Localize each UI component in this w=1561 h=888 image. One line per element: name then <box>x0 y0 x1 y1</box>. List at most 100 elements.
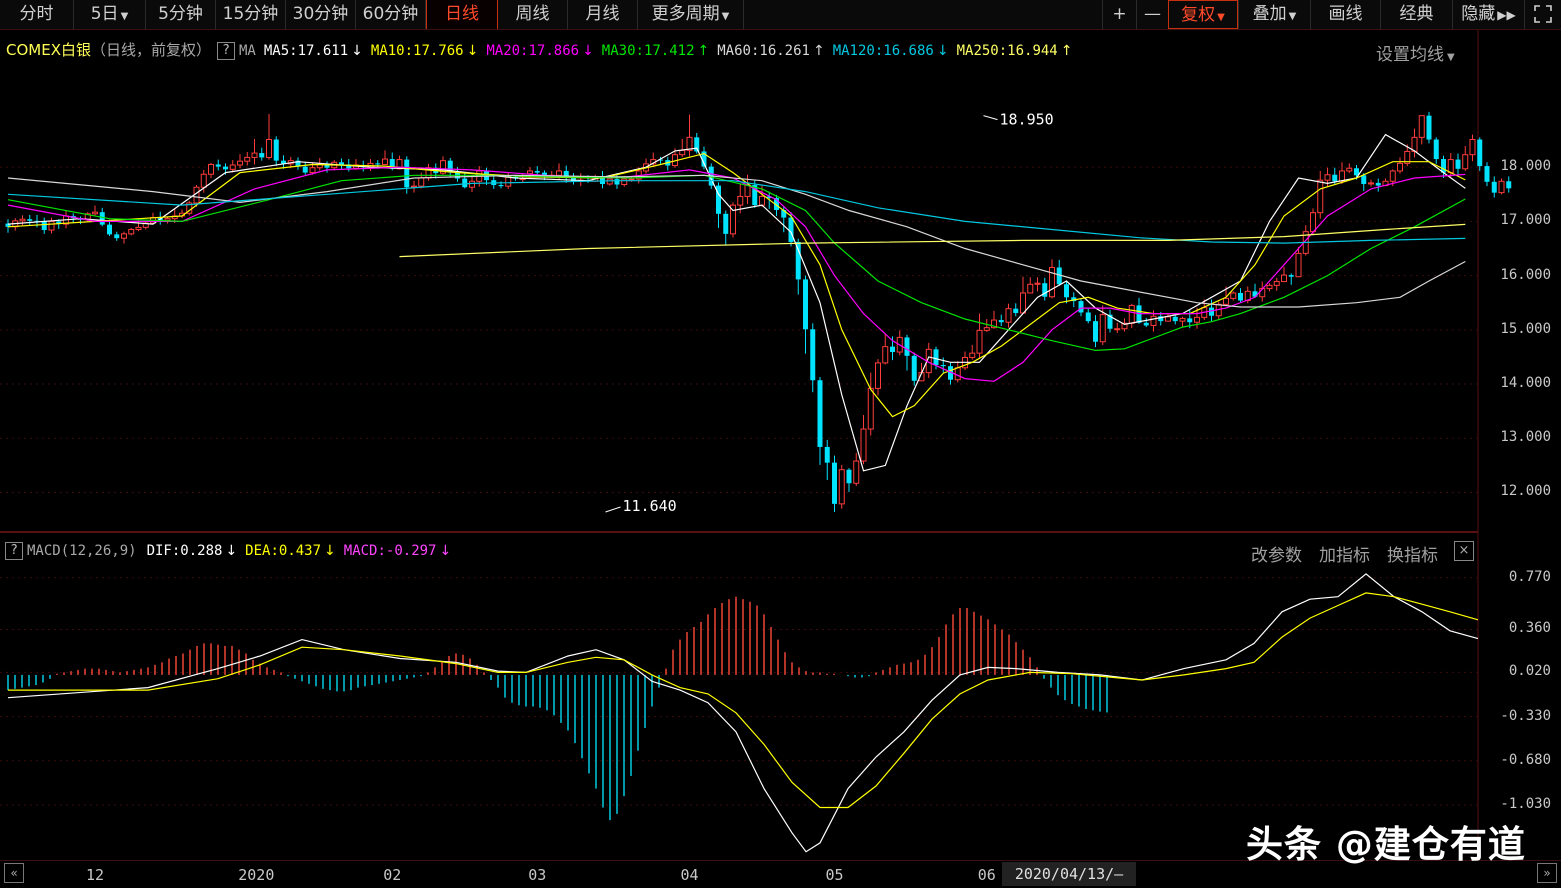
candle-body <box>1266 284 1273 290</box>
candle-body <box>1223 297 1229 305</box>
candle-body <box>1433 139 1439 160</box>
watermark: 头条 @建仓有道 <box>1246 823 1526 866</box>
chart-canvas: 18.950 11.640 <box>0 30 1512 860</box>
scroll-left-button[interactable]: « <box>4 863 24 883</box>
candle-body <box>853 460 860 484</box>
price-tick-label: 15.000 <box>1500 320 1551 337</box>
candle-body <box>48 220 55 231</box>
candle-body <box>121 233 127 239</box>
candle-body <box>1078 301 1084 313</box>
candle-body <box>309 167 316 174</box>
macd-grid <box>0 577 1478 806</box>
candle-body <box>1099 314 1106 343</box>
candle-body <box>229 164 236 170</box>
candle-body <box>723 213 729 234</box>
price-grid <box>0 166 1478 493</box>
candle-body <box>1484 166 1490 182</box>
candle-body <box>375 163 381 165</box>
candle-body <box>846 469 852 484</box>
candle-body <box>1506 181 1512 189</box>
candle-body <box>983 327 990 331</box>
candle-body <box>1375 182 1381 186</box>
candle-body <box>534 170 540 173</box>
candle-body <box>200 173 207 188</box>
time-tick-label: 03 <box>528 866 547 884</box>
candle-body <box>1332 174 1338 182</box>
candle-body <box>1013 308 1019 314</box>
candle-body <box>99 212 105 225</box>
candle-body <box>1339 170 1345 182</box>
candle-body <box>1165 316 1171 322</box>
candle-body <box>237 160 243 166</box>
time-tick-label: 04 <box>680 866 699 884</box>
candle-body <box>107 224 112 235</box>
candle-body <box>1187 318 1193 323</box>
candle-body <box>890 346 895 353</box>
macd-tick-label: -0.680 <box>1500 751 1551 768</box>
candle-body <box>1034 282 1041 285</box>
candle-body <box>838 469 845 505</box>
candle-body <box>251 152 258 158</box>
scroll-right-button[interactable]: » <box>1537 863 1557 883</box>
candle-body <box>339 162 344 165</box>
macd-histogram <box>7 596 1108 821</box>
price-tick-label: 13.000 <box>1500 429 1551 446</box>
candle-body <box>1361 175 1367 184</box>
candle-body <box>462 178 468 188</box>
candle-body <box>114 234 120 239</box>
candle-body <box>867 387 874 430</box>
price-tick-label: 14.000 <box>1500 375 1551 392</box>
candle-body <box>1310 212 1316 233</box>
candle-body <box>1397 162 1403 172</box>
candle-body <box>614 179 620 185</box>
candle-body <box>382 158 388 165</box>
candle-body <box>737 195 744 206</box>
candle-body <box>882 346 889 364</box>
candle-body <box>933 349 939 366</box>
candle-body <box>803 279 808 330</box>
ma-line-ma120 <box>7 180 1466 244</box>
candle-body <box>1346 167 1353 172</box>
candle-body <box>208 163 214 175</box>
candle-body <box>795 241 801 280</box>
candle-body <box>418 177 425 187</box>
min-price-label: 11.640 <box>623 497 677 515</box>
candle-body <box>1477 139 1483 167</box>
candle-body <box>215 164 221 167</box>
candle-body <box>1093 321 1098 342</box>
candle-body <box>1389 170 1396 182</box>
candle-body <box>1354 168 1359 176</box>
candle-body <box>1455 159 1461 169</box>
candle-body <box>904 337 910 356</box>
time-tick-label: 06 <box>977 866 996 884</box>
candle-body <box>860 428 867 462</box>
candle-body <box>954 367 961 381</box>
candle-body <box>1194 316 1200 323</box>
max-price-label: 18.950 <box>1000 111 1054 129</box>
ma-line-ma10 <box>7 152 1466 418</box>
candle-body <box>810 329 816 381</box>
candle-body <box>1288 275 1294 277</box>
candle-body <box>969 352 976 358</box>
candle-body <box>128 229 135 235</box>
candle-body <box>1150 315 1157 326</box>
candle-body <box>1143 322 1149 326</box>
candle-body <box>498 185 504 187</box>
max-pointer <box>983 115 998 121</box>
candle-body <box>1020 292 1026 314</box>
time-tick-label: 02 <box>383 866 402 884</box>
candle-body <box>223 166 228 170</box>
price-tick-label: 12.000 <box>1500 483 1551 500</box>
candle-body <box>244 156 251 162</box>
macd-tick-label: 0.020 <box>1508 663 1551 680</box>
price-tick-label: 17.000 <box>1500 212 1551 229</box>
candle-body <box>41 221 47 231</box>
price-tick-label: 16.000 <box>1500 266 1551 283</box>
candle-body <box>1172 316 1178 322</box>
candle-body <box>1230 292 1237 299</box>
candle-body <box>527 170 533 175</box>
candle-body <box>817 380 823 447</box>
candle-body <box>679 149 686 156</box>
candle-body <box>628 178 635 181</box>
candle-body <box>621 178 628 186</box>
